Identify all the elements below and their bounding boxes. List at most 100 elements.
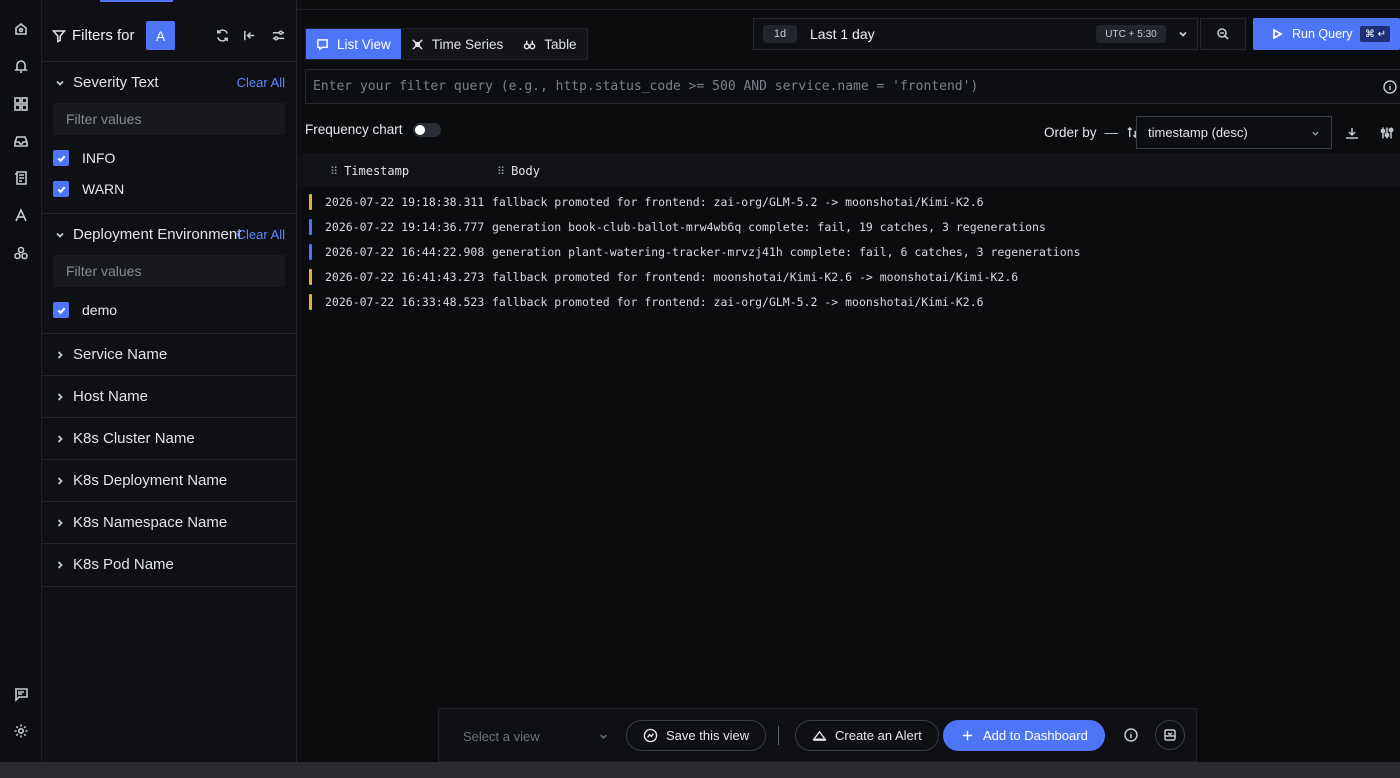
chevron-right-icon [57,350,63,359]
log-body: fallback promoted for frontend: moonshot… [492,269,1019,284]
drag-handle-icon[interactable]: ⠿ [330,165,338,178]
checkbox-info[interactable]: INFO [53,150,115,166]
order-by-dash: — [1104,125,1119,140]
chevron-down-icon [600,734,607,739]
section-label: Deployment Environment [73,226,242,243]
log-body: fallback promoted for frontend: zai-org/… [492,194,984,209]
filter-values-input[interactable] [53,255,285,287]
time-range-picker[interactable]: 1d Last 1 day UTC + 5:30 [753,18,1198,50]
section-header[interactable]: Host Name [54,388,148,405]
log-timestamp: 2026-07-22 16:33:48.523 [325,294,485,309]
severity-indicator [309,218,312,235]
chevron-down-icon [56,232,64,238]
alerts-icon[interactable] [6,51,36,81]
collapse-bar-icon[interactable] [1155,720,1185,750]
section-header[interactable]: K8s Pod Name [54,556,174,573]
section-k8s-deployment-name[interactable]: K8s Deployment Name [42,460,297,502]
dashboards-icon[interactable] [6,89,36,119]
column-header-timestamp[interactable]: ⠿ Timestamp [330,164,409,178]
time-range-chip: 1d [763,25,797,43]
frequency-chart-toggle[interactable] [412,122,441,137]
timezone-chip[interactable]: UTC + 5:30 [1096,25,1166,43]
list-view-icon [317,38,328,51]
view-tabs: List View Time Series Table [305,28,588,60]
log-timestamp: 2026-07-22 16:41:43.273 [325,269,485,284]
table-row[interactable]: 2026-07-22 16:44:22.908 generation plant-… [309,239,1400,264]
column-header-body[interactable]: ⠿ Body [497,164,540,178]
section-k8s-cluster-name[interactable]: K8s Cluster Name [42,418,297,460]
save-view-button[interactable]: Save this view [626,720,767,751]
feedback-icon[interactable] [6,679,36,709]
table-row[interactable]: 2026-07-22 16:41:43.273 fallback promoted… [309,264,1400,289]
home-icon[interactable] [6,14,36,44]
log-timestamp: 2026-07-22 16:44:22.908 [325,244,485,259]
clear-all-link[interactable]: Clear All [237,75,285,90]
chevron-right-icon [57,392,63,401]
section-label: K8s Deployment Name [73,472,228,489]
traces-icon[interactable] [6,200,36,230]
tab-list-view[interactable]: List View [306,29,401,59]
section-header[interactable]: K8s Namespace Name [54,514,227,531]
column-settings-icon[interactable] [1378,124,1396,142]
filters-title: Filters for [72,27,135,44]
select-view-placeholder: Select a view [463,728,540,744]
section-header[interactable]: Deployment Environment [54,226,241,243]
clear-all-link[interactable]: Clear All [237,227,285,242]
section-header[interactable]: K8s Deployment Name [54,472,227,489]
order-by-select[interactable]: timestamp (desc) [1136,116,1332,149]
zoom-out-button[interactable] [1200,18,1246,50]
checkbox-warn[interactable]: WARN [53,181,124,197]
divider [778,726,779,745]
collapse-panel-icon[interactable] [239,25,259,45]
add-to-dashboard-button[interactable]: Add to Dashboard [943,720,1105,751]
checkbox-label: WARN [82,181,125,197]
table-row[interactable]: 2026-07-22 16:33:48.523 fallback promoted… [309,289,1400,314]
column-label: Timestamp [344,164,410,178]
zoom-out-icon [1217,28,1229,40]
column-label: Body [511,164,540,178]
filter-query-input[interactable] [313,79,1363,94]
table-row[interactable]: 2026-07-22 19:14:36.777 generation book-c… [309,214,1400,239]
filter-settings-icon[interactable] [268,25,288,45]
tab-time-series[interactable]: Time Series [401,29,514,59]
chevron-down-icon[interactable] [1177,28,1189,40]
inbox-icon[interactable] [6,126,36,156]
integrations-icon[interactable] [6,238,36,268]
info-icon[interactable] [1383,80,1397,94]
settings-icon[interactable] [6,716,36,746]
query-bar [305,69,1400,104]
query-badge[interactable]: A [146,21,175,50]
filters-tab-indicator [100,0,173,2]
filter-values-input[interactable] [53,103,285,135]
time-series-icon [412,38,423,50]
section-k8s-pod-name[interactable]: K8s Pod Name [42,544,297,587]
main-content: List View Time Series Table 1d Last 1 da… [297,0,1400,762]
chevron-right-icon [57,518,63,527]
section-label: K8s Cluster Name [73,430,195,447]
create-alert-button[interactable]: Create an Alert [795,720,939,751]
download-icon[interactable] [1343,124,1361,142]
section-header[interactable]: Severity Text [54,74,159,91]
checkbox-checked-icon [53,302,69,318]
info-icon[interactable] [1121,725,1141,745]
section-host-name[interactable]: Host Name [42,376,297,418]
play-icon [1273,28,1283,40]
tab-table[interactable]: Table [513,29,586,59]
table-row[interactable]: 2026-07-22 19:18:38.311 fallback promoted… [309,189,1400,214]
filter-icon [52,29,66,43]
refresh-icon[interactable] [212,25,232,45]
log-body: fallback promoted for frontend: zai-org/… [492,294,984,309]
section-service-name[interactable]: Service Name [42,334,297,376]
section-header[interactable]: Service Name [54,346,167,363]
section-header[interactable]: K8s Cluster Name [54,430,195,447]
bottom-action-bar: Select a view Save this view Create an A… [438,708,1197,762]
run-query-button[interactable]: Run Query ⌘ ↵ [1253,18,1400,50]
log-timestamp: 2026-07-22 19:18:38.311 [325,194,485,209]
drag-handle-icon[interactable]: ⠿ [497,165,505,178]
checkbox-demo[interactable]: demo [53,302,117,318]
logs-icon[interactable] [6,163,36,193]
checkbox-checked-icon [53,181,69,197]
run-query-label: Run Query [1292,27,1353,41]
section-k8s-namespace-name[interactable]: K8s Namespace Name [42,502,297,544]
select-view-dropdown[interactable]: Select a view [451,722,609,750]
